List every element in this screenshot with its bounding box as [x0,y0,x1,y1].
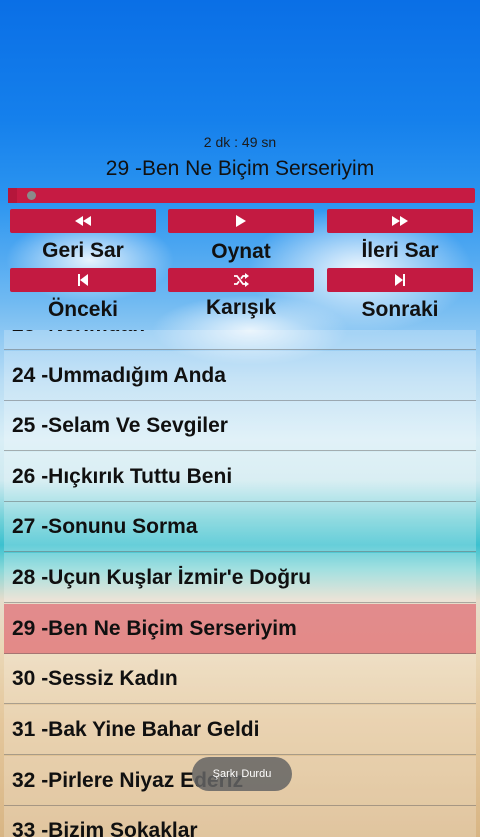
duration-text: 2 dk : 49 sn [203,134,277,150]
progress-thumb[interactable] [27,191,36,200]
previous-label: Önceki [47,298,119,321]
shuffle-label: Karışık [205,296,277,319]
rewind-icon [75,216,91,226]
list-item[interactable]: 24 -Ummadığım Anda [4,351,476,401]
shuffle-icon [234,273,249,287]
toast-message: Şarkı Durdu [192,757,292,791]
rewind-label: Geri Sar [42,239,124,262]
play-icon [236,215,246,227]
player-header: 2 dk : 49 sn 29 -Ben Ne Biçim Serseriyim… [0,0,480,330]
next-button[interactable] [327,268,473,292]
rewind-button[interactable] [10,209,156,233]
progress-bar[interactable] [8,188,475,203]
skip-previous-icon [78,274,88,286]
list-item[interactable]: 23 -Nerimdan [4,330,476,350]
play-label: Oynat [211,240,271,263]
previous-button[interactable] [10,268,156,292]
shuffle-button[interactable] [168,268,314,292]
forward-label: İleri Sar [361,239,439,262]
list-item[interactable]: 28 -Uçun Kuşlar İzmir'e Doğru [4,553,476,603]
list-item-active[interactable]: 29 -Ben Ne Biçim Serseriyim [4,604,476,654]
list-item[interactable]: 30 -Sessiz Kadın [4,654,476,704]
list-item[interactable]: 33 -Bizim Sokaklar [4,806,476,837]
list-item[interactable]: 31 -Bak Yine Bahar Geldi [4,705,476,755]
skip-next-icon [395,274,405,286]
next-label: Sonraki [361,298,439,321]
list-item[interactable]: 25 -Selam Ve Sevgiler [4,401,476,451]
play-button[interactable] [168,209,314,233]
fast-forward-button[interactable] [327,209,473,233]
list-item[interactable]: 27 -Sonunu Sorma [4,502,476,552]
fast-forward-icon [392,216,408,226]
progress-fill [8,188,17,203]
now-playing-title: 29 -Ben Ne Biçim Serseriyim [105,157,375,180]
list-item[interactable]: 26 -Hıçkırık Tuttu Beni [4,452,476,502]
